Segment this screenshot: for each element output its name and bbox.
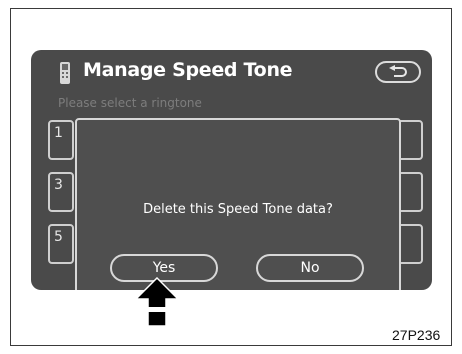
return-arrow-icon bbox=[389, 65, 407, 77]
ringtone-slot-3[interactable]: 3 bbox=[48, 172, 74, 212]
back-button[interactable] bbox=[375, 61, 421, 83]
dialog-message: Delete this Speed Tone data? bbox=[143, 202, 333, 217]
no-button[interactable]: No bbox=[256, 254, 364, 282]
page-title: Manage Speed Tone bbox=[83, 59, 293, 81]
figure-reference: 27P236 bbox=[392, 327, 441, 343]
ringtone-slot-1[interactable]: 1 bbox=[48, 120, 74, 160]
slot-number: 5 bbox=[54, 229, 63, 245]
display-screen: Manage Speed Tone Please select a ringto… bbox=[31, 50, 432, 290]
slot-number: 3 bbox=[54, 177, 63, 193]
up-arrow-icon bbox=[135, 277, 179, 327]
ringtone-slot-5[interactable]: 5 bbox=[48, 224, 74, 264]
instruction-text: Please select a ringtone bbox=[58, 96, 202, 110]
confirm-dialog: Delete this Speed Tone data? Yes No bbox=[75, 118, 401, 290]
slot-number: 1 bbox=[54, 125, 63, 141]
phone-handset-icon bbox=[60, 62, 70, 84]
